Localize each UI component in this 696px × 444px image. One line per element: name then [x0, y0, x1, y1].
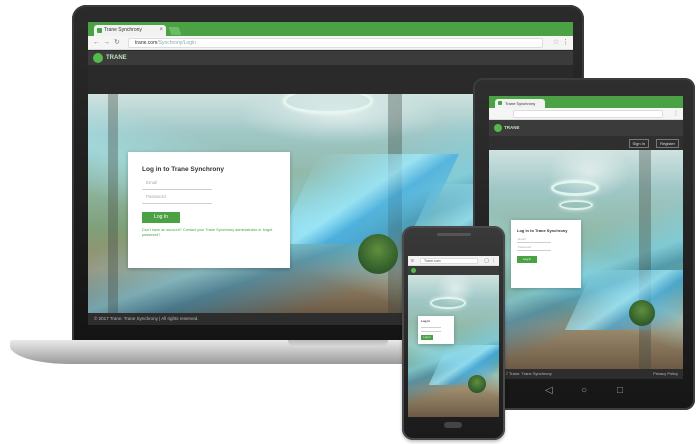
phone-speaker — [437, 233, 471, 236]
recent-apps-icon[interactable]: □ — [617, 380, 623, 402]
phone-login-title: Log in — [421, 319, 430, 323]
phone-login-button[interactable]: Log In — [421, 335, 433, 340]
tablet-browser-menu-icon[interactable]: ⋮ — [673, 110, 679, 118]
app-logo-text: TRANE — [106, 55, 127, 61]
phone-address-bar[interactable]: Trane.com — [420, 258, 478, 264]
login-button[interactable]: Log In — [142, 212, 180, 223]
address-bar[interactable]: trane.com/Synchrony/Login — [128, 38, 543, 48]
phone-tabs-icon[interactable]: ▢ — [484, 256, 489, 266]
forward-icon[interactable]: → — [103, 38, 110, 48]
tree — [629, 300, 655, 326]
tablet-app-footer: © 2017 Trane. Trane Synchrony Privacy Po… — [489, 369, 683, 379]
password-field[interactable]: Password — [146, 194, 166, 199]
password-field-underline — [142, 203, 212, 204]
ring-light — [551, 180, 599, 196]
tree — [358, 234, 398, 274]
browser-tab-strip: Trane Synchrony × — [88, 22, 573, 36]
trane-logo-icon — [93, 53, 103, 63]
login-card: Log in to Trane Synchrony Email Password… — [128, 152, 290, 268]
ring-light — [283, 94, 373, 114]
pillar — [108, 94, 118, 313]
ring-light — [430, 297, 466, 309]
email-field-underline — [142, 189, 212, 190]
login-title: Log in to Trane Synchrony — [142, 166, 224, 173]
tablet-browser-tab[interactable]: Trane Synchrony — [495, 99, 545, 108]
tablet-email-field[interactable]: Email — [518, 237, 526, 241]
tablet-footer-right[interactable]: Privacy Policy — [653, 369, 678, 379]
tablet-login-title: Log in to Trane Synchrony — [517, 228, 568, 233]
tablet-address-bar[interactable] — [513, 110, 663, 118]
glass-structure — [565, 270, 683, 330]
tablet-login-button[interactable]: Log In — [517, 256, 537, 263]
tablet-browser-toolbar: ⋮ — [489, 108, 683, 120]
favicon-icon — [97, 28, 102, 33]
bookmark-star-icon[interactable]: ☆ — [553, 38, 559, 48]
new-tab-button[interactable] — [168, 27, 182, 35]
tablet-browser-tab-strip: Trane Synchrony — [489, 96, 683, 108]
tree — [468, 375, 486, 393]
tablet-sign-in-button[interactable]: Sign In — [628, 139, 649, 148]
url-path: /Synchrony/Login — [157, 40, 196, 46]
phone-atrium-background-image — [408, 275, 499, 417]
tablet-email-underline — [517, 242, 551, 243]
ring-light — [559, 200, 593, 210]
phone-home-button[interactable] — [444, 422, 462, 428]
home-icon[interactable]: ○ — [581, 380, 587, 402]
tablet-tab-title: Trane Synchrony — [505, 101, 536, 106]
phone-menu-icon[interactable]: ≡ — [411, 256, 414, 266]
tablet-password-underline — [517, 250, 551, 251]
reload-icon[interactable]: ↻ — [114, 38, 120, 48]
glass-structure — [428, 345, 499, 385]
tablet-app-header: TRANE — [489, 120, 683, 136]
back-icon[interactable]: ← — [93, 38, 100, 48]
tablet-subheader: Sign In Register — [489, 136, 683, 150]
tablet-register-button[interactable]: Register — [656, 139, 679, 148]
browser-tab[interactable]: Trane Synchrony × — [94, 25, 166, 36]
phone-app-header — [408, 266, 499, 275]
tablet-password-field[interactable]: Password — [518, 245, 531, 249]
browser-menu-icon[interactable]: ⋮ — [562, 38, 569, 48]
phone-password-underline — [421, 331, 441, 332]
tablet-logo-text: TRANE — [504, 125, 520, 130]
tablet-login-card: Log in to Trane Synchrony Email Password… — [511, 220, 581, 288]
tablet-screen: Trane Synchrony ⋮ TRANE Sign In Register… — [489, 96, 683, 379]
app-header: TRANE — [88, 51, 573, 65]
close-tab-icon[interactable]: × — [159, 25, 163, 36]
login-help-link[interactable]: Don't have an account? Contact your Tran… — [142, 228, 278, 239]
trane-logo-icon — [494, 124, 502, 132]
favicon-icon — [498, 101, 502, 105]
browser-tab-title: Trane Synchrony — [104, 27, 142, 33]
tablet-nav-bar: ◁ ○ □ — [489, 380, 683, 402]
url-host: trane.com — [135, 40, 158, 46]
browser-toolbar: ← → ↻ trane.com/Synchrony/Login ☆ ⋮ — [88, 36, 573, 50]
back-icon[interactable]: ◁ — [545, 380, 553, 402]
email-field[interactable]: Email — [146, 180, 157, 185]
laptop-trackpad-notch — [288, 340, 388, 347]
phone-screen: ≡ Trane.com ▢ ⋮ Log in Log In — [408, 256, 499, 417]
phone-login-card: Log in Log In — [418, 316, 454, 344]
phone-browser-bar: ≡ Trane.com ▢ ⋮ — [408, 256, 499, 266]
phone-email-underline — [421, 327, 441, 328]
trane-logo-icon — [411, 268, 416, 273]
phone-overflow-icon[interactable]: ⋮ — [491, 256, 496, 266]
pillar — [639, 150, 651, 369]
